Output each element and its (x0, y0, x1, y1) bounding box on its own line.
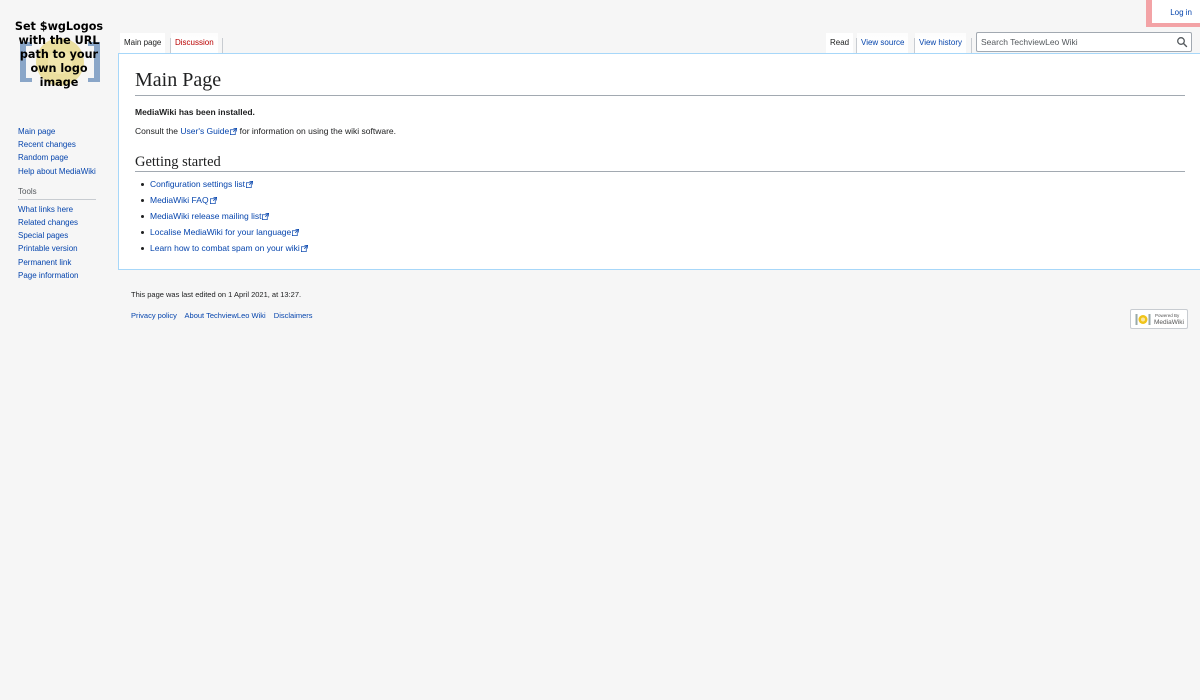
list-item: MediaWiki FAQ (139, 192, 308, 208)
sidebar-item-recent-changes[interactable]: Recent changes (18, 138, 114, 151)
footer-places: Privacy policy About TechviewLeo Wiki Di… (131, 311, 319, 320)
external-link-icon (209, 197, 217, 204)
tab-main-page[interactable]: Main page (120, 33, 166, 53)
sidebar-item-permanent-link[interactable]: Permanent link (18, 256, 114, 269)
tab-read[interactable]: Read (826, 33, 854, 53)
link-localise[interactable]: Localise MediaWiki for your language (150, 227, 291, 237)
bullet (141, 198, 144, 202)
getting-started-heading: Getting started (135, 153, 1185, 172)
site-logo[interactable]: Set $wgLogos with the URL path to your o… (14, 20, 104, 94)
powered-by-label: Powered By (1155, 313, 1180, 318)
list-item: Configuration settings list (139, 176, 308, 192)
external-link-icon (292, 229, 300, 236)
list-item: MediaWiki release mailing list (139, 208, 308, 224)
sidebar: Main page Recent changes Random page Hel… (18, 125, 114, 282)
mediawiki-label: MediaWiki (1154, 319, 1184, 326)
consult-suffix: for information on using the wiki softwa… (237, 126, 396, 136)
logo-text: Set $wgLogos with the URL path to your o… (14, 20, 104, 89)
link-mediawiki-faq[interactable]: MediaWiki FAQ (150, 195, 209, 205)
footer-last-edited: This page was last edited on 1 April 202… (131, 290, 302, 299)
mediawiki-logo-icon (1135, 314, 1151, 325)
list-item: Localise MediaWiki for your language (139, 224, 308, 240)
getting-started-list: Configuration settings list MediaWiki FA… (139, 176, 308, 256)
page-title: Main Page (135, 68, 1185, 96)
sidebar-item-random-page[interactable]: Random page (18, 151, 114, 164)
tab-view-source[interactable]: View source (857, 33, 909, 53)
external-link-icon (300, 245, 308, 252)
consult-paragraph: Consult the User's Guide for information… (135, 125, 396, 137)
tab-separator (971, 38, 972, 53)
sidebar-item-what-links-here[interactable]: What links here (18, 203, 114, 216)
consult-prefix: Consult the (135, 126, 181, 136)
footer-disclaimers-link[interactable]: Disclaimers (274, 311, 313, 320)
footer-privacy-policy-link[interactable]: Privacy policy (131, 311, 177, 320)
tab-view-history[interactable]: View history (915, 33, 966, 53)
sidebar-item-help[interactable]: Help about MediaWiki (18, 165, 114, 178)
installed-message: MediaWiki has been installed. (135, 107, 255, 117)
bullet (141, 246, 144, 250)
sidebar-item-related-changes[interactable]: Related changes (18, 216, 114, 229)
sidebar-item-printable-version[interactable]: Printable version (18, 242, 114, 255)
powered-by-mediawiki-badge[interactable]: Powered By MediaWiki (1130, 309, 1188, 329)
search-box (976, 32, 1192, 52)
link-configuration-settings[interactable]: Configuration settings list (150, 179, 245, 189)
personal-tools-highlight: Log in (1146, 0, 1200, 27)
external-link-icon (245, 181, 253, 188)
sidebar-item-main-page[interactable]: Main page (18, 125, 114, 138)
tab-separator (222, 38, 223, 53)
tab-discussion[interactable]: Discussion (171, 33, 218, 53)
list-item: Learn how to combat spam on your wiki (139, 240, 308, 256)
footer-about-link[interactable]: About TechviewLeo Wiki (185, 311, 266, 320)
main-content: Main Page MediaWiki has been installed. … (118, 53, 1200, 270)
search-input[interactable] (981, 35, 1171, 49)
sidebar-item-page-information[interactable]: Page information (18, 269, 114, 282)
users-guide-link[interactable]: User's Guide (180, 126, 229, 136)
sidebar-item-special-pages[interactable]: Special pages (18, 229, 114, 242)
link-combat-spam[interactable]: Learn how to combat spam on your wiki (150, 243, 300, 253)
search-icon[interactable] (1176, 36, 1188, 48)
bullet (141, 182, 144, 186)
link-release-mailing-list[interactable]: MediaWiki release mailing list (150, 211, 261, 221)
login-link[interactable]: Log in (1170, 8, 1192, 17)
bullet (141, 214, 144, 218)
sidebar-tools-heading: Tools (18, 187, 96, 200)
external-link-icon (262, 213, 270, 220)
bullet (141, 230, 144, 234)
